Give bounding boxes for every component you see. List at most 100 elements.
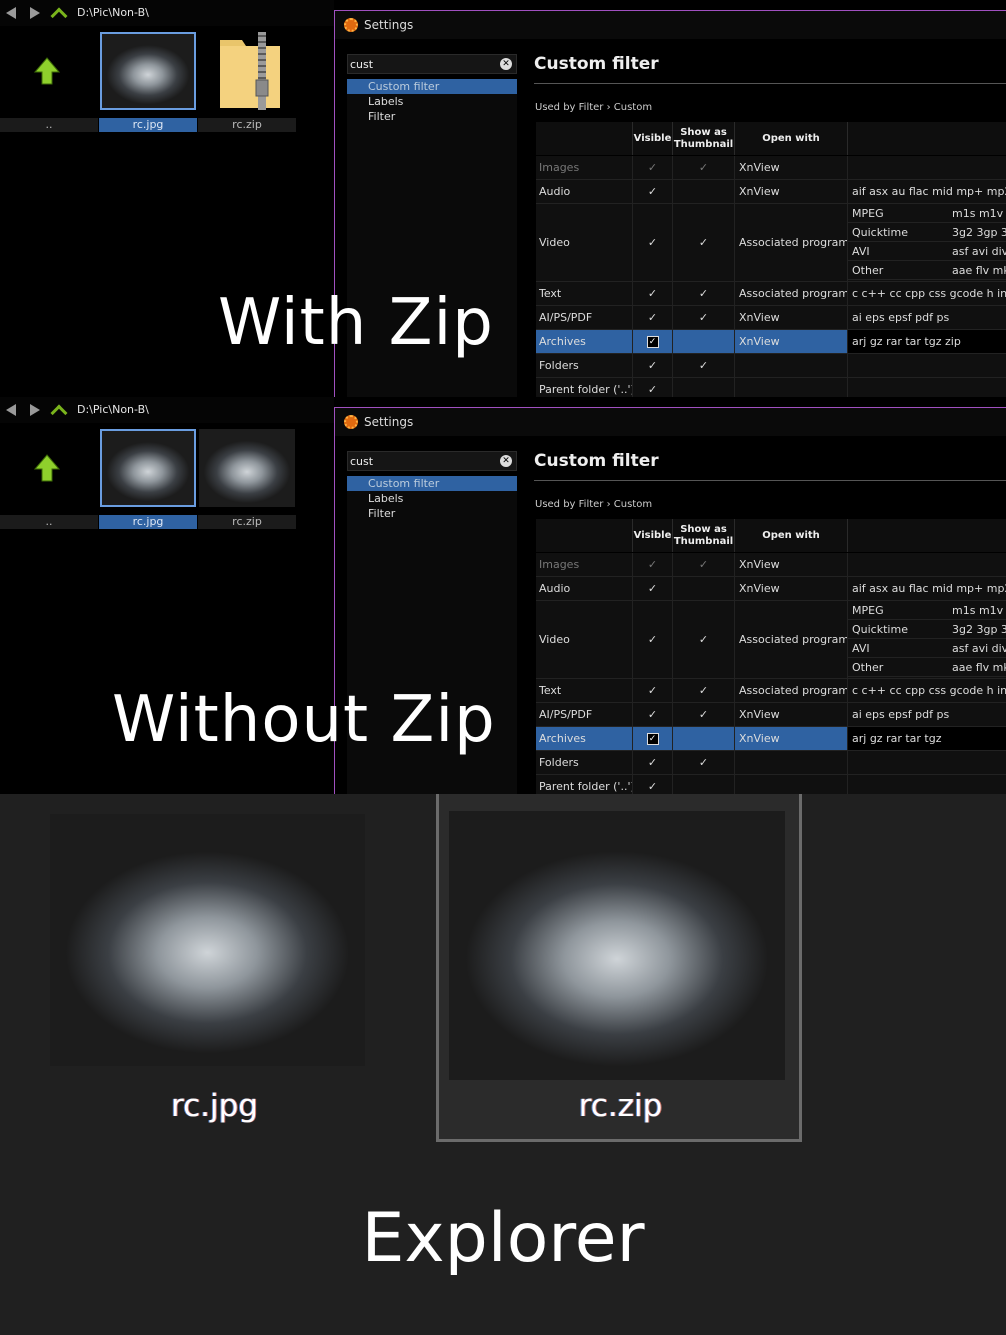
visible-check[interactable]: ✓: [633, 553, 673, 576]
extensions[interactable]: [848, 156, 1006, 179]
back-icon[interactable]: [3, 402, 19, 418]
extensions[interactable]: aif asx au flac mid mp+ mp2: [848, 180, 1006, 203]
extensions-editor[interactable]: arj gz rar tar tgz zip: [848, 330, 1006, 353]
open-with[interactable]: XnView: [735, 180, 848, 203]
col-open-with[interactable]: Open with: [735, 122, 848, 155]
visible-check[interactable]: ✓: [633, 703, 673, 726]
open-with[interactable]: [735, 751, 848, 774]
col-thumbnail[interactable]: Show as Thumbnail: [673, 519, 735, 552]
sub-value[interactable]: m1s m1v m: [952, 604, 1006, 617]
search-box[interactable]: cust ✕: [347, 451, 517, 471]
table-row[interactable]: AI/PS/PDF ✓ ✓ XnView ai eps epsf pdf ps: [536, 703, 1006, 727]
explorer-caption-rc-jpg[interactable]: rc.jpg: [57, 1088, 372, 1124]
open-with[interactable]: [735, 378, 848, 397]
checkbox-icon[interactable]: ✓: [646, 732, 659, 745]
table-row[interactable]: Folders ✓ ✓: [536, 354, 1006, 378]
col-visible[interactable]: Visible: [633, 122, 673, 155]
extensions[interactable]: [848, 553, 1006, 576]
tree-item-custom-filter[interactable]: Custom filter: [347, 476, 517, 491]
extensions[interactable]: c c++ cc cpp css gcode h ini j: [848, 679, 1006, 702]
col-visible[interactable]: Visible: [633, 519, 673, 552]
open-with[interactable]: [735, 775, 848, 794]
open-with[interactable]: XnView: [735, 330, 848, 353]
open-with[interactable]: Associated program: [735, 679, 848, 702]
visible-checkbox[interactable]: ✓: [633, 330, 673, 353]
thumbnail-check[interactable]: ✓: [673, 751, 735, 774]
thumbnail-check[interactable]: [673, 775, 735, 794]
thumbnail-check[interactable]: [673, 727, 735, 750]
thumbnail-check[interactable]: ✓: [673, 553, 735, 576]
open-with[interactable]: Associated program: [735, 282, 848, 305]
zip-folder-icon[interactable]: [218, 32, 282, 110]
thumbnail-check[interactable]: ✓: [673, 679, 735, 702]
visible-check[interactable]: ✓: [633, 306, 673, 329]
sub-value[interactable]: 3g2 3gp 3g: [952, 623, 1006, 636]
table-row-selected[interactable]: Archives ✓ XnView arj gz rar tar tgz zip: [536, 330, 1006, 354]
thumbnail-check[interactable]: ✓: [673, 204, 735, 281]
forward-icon[interactable]: [27, 402, 43, 418]
thumbnail-rc-zip[interactable]: [199, 429, 295, 507]
thumbnail-check[interactable]: ✓: [673, 306, 735, 329]
explorer-thumb-rc-jpg[interactable]: [50, 814, 365, 1066]
open-with[interactable]: XnView: [735, 577, 848, 600]
tree-item-filter[interactable]: Filter: [347, 506, 517, 521]
tree-item-custom-filter[interactable]: Custom filter: [347, 79, 517, 94]
visible-check[interactable]: ✓: [633, 378, 673, 397]
visible-check[interactable]: ✓: [633, 180, 673, 203]
extensions[interactable]: c c++ cc cpp css gcode h ini j: [848, 282, 1006, 305]
sub-value[interactable]: 3g2 3gp 3g: [952, 226, 1006, 239]
search-input[interactable]: cust: [350, 455, 373, 468]
sub-value[interactable]: aae flv mk: [952, 661, 1006, 674]
table-row[interactable]: Images ✓ ✓ XnView: [536, 553, 1006, 577]
path-field[interactable]: D:\Pic\Non-B\: [77, 403, 149, 416]
open-with[interactable]: Associated program: [735, 601, 848, 678]
search-box[interactable]: cust ✕: [347, 54, 517, 74]
open-with[interactable]: XnView: [735, 156, 848, 179]
extensions[interactable]: [848, 775, 1006, 794]
table-row[interactable]: Video ✓ ✓ Associated program MPEG m1s m1v…: [536, 204, 1006, 282]
explorer-thumb-rc-zip[interactable]: [449, 811, 785, 1080]
sub-value[interactable]: asf avi divx: [952, 642, 1006, 655]
visible-check[interactable]: ✓: [633, 751, 673, 774]
col-thumbnail[interactable]: Show as Thumbnail: [673, 122, 735, 155]
clear-search-icon[interactable]: ✕: [500, 455, 512, 467]
extensions[interactable]: [848, 378, 1006, 397]
checkbox-icon[interactable]: ✓: [646, 335, 659, 348]
table-row[interactable]: Audio ✓ XnView aif asx au flac mid mp+ m…: [536, 577, 1006, 601]
table-row-selected[interactable]: Archives ✓ XnView arj gz rar tar tgz: [536, 727, 1006, 751]
sub-value[interactable]: aae flv mk: [952, 264, 1006, 277]
thumbnail-check[interactable]: ✓: [673, 156, 735, 179]
table-row[interactable]: Video ✓ ✓ Associated program MPEG m1s m1v…: [536, 601, 1006, 679]
thumbnail-check[interactable]: ✓: [673, 601, 735, 678]
up-icon[interactable]: [50, 5, 68, 24]
explorer-caption-rc-zip[interactable]: rc.zip: [463, 1088, 778, 1124]
open-with[interactable]: XnView: [735, 727, 848, 750]
table-row[interactable]: Text ✓ ✓ Associated program c c++ cc cpp…: [536, 679, 1006, 703]
open-with[interactable]: XnView: [735, 703, 848, 726]
extensions-editor[interactable]: arj gz rar tar tgz: [848, 727, 1006, 750]
table-row[interactable]: Images ✓ ✓ XnView: [536, 156, 1006, 180]
thumbnail-rc-jpg[interactable]: [100, 429, 196, 507]
visible-check[interactable]: ✓: [633, 577, 673, 600]
col-open-with[interactable]: Open with: [735, 519, 848, 552]
visible-check[interactable]: ✓: [633, 775, 673, 794]
extensions[interactable]: [848, 751, 1006, 774]
visible-check[interactable]: ✓: [633, 282, 673, 305]
thumbnail-rc-jpg[interactable]: [100, 32, 196, 110]
table-row[interactable]: Parent folder ('..') ✓: [536, 775, 1006, 794]
path-field[interactable]: D:\Pic\Non-B\: [77, 6, 149, 19]
visible-check[interactable]: ✓: [633, 156, 673, 179]
parent-folder-icon[interactable]: [34, 453, 60, 483]
clear-search-icon[interactable]: ✕: [500, 58, 512, 70]
extensions[interactable]: ai eps epsf pdf ps: [848, 306, 1006, 329]
thumbnail-check[interactable]: [673, 378, 735, 397]
thumbnail-check[interactable]: [673, 180, 735, 203]
thumbnail-check[interactable]: ✓: [673, 703, 735, 726]
table-row[interactable]: Folders ✓ ✓: [536, 751, 1006, 775]
table-row[interactable]: AI/PS/PDF ✓ ✓ XnView ai eps epsf pdf ps: [536, 306, 1006, 330]
thumbnail-check[interactable]: ✓: [673, 282, 735, 305]
open-with[interactable]: [735, 354, 848, 377]
parent-folder-icon[interactable]: [34, 56, 60, 86]
table-row[interactable]: Parent folder ('..') ✓: [536, 378, 1006, 397]
visible-check[interactable]: ✓: [633, 204, 673, 281]
